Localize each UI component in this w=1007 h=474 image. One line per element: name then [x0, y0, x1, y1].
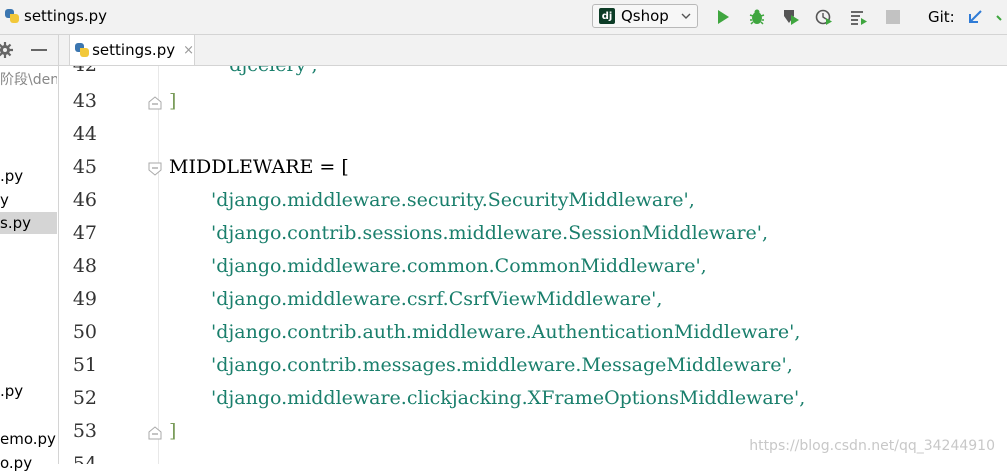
python-file-icon: [4, 8, 20, 24]
code-text: 'django.middleware.csrf.CsrfViewMiddlewa…: [211, 288, 663, 310]
line-number: 52: [72, 387, 97, 409]
minimize-icon[interactable]: [31, 49, 47, 52]
line-number: 48: [72, 255, 97, 277]
code-line: 49 'django.middleware.csrf.CsrfViewMiddl…: [59, 282, 1007, 315]
project-file-item[interactable]: o.py: [0, 452, 57, 474]
code-text: 'django.middleware.security.SecurityMidd…: [211, 189, 695, 211]
line-number: 46: [72, 189, 97, 211]
check-icon: [996, 15, 1002, 21]
breadcrumb-file[interactable]: settings.py: [24, 7, 107, 25]
project-panel-header: [0, 35, 58, 66]
code-text: 'django.contrib.sessions.middleware.Sess…: [211, 222, 769, 244]
line-number: 43: [72, 90, 97, 112]
run-button[interactable]: [714, 8, 732, 26]
play-icon: [718, 10, 729, 24]
project-file-item[interactable]: .py: [0, 380, 57, 402]
code-line: 43 ]: [59, 84, 1007, 117]
code-line: 52 'django.middleware.clickjacking.XFram…: [59, 381, 1007, 414]
code-text: 'django.contrib.messages.middleware.Mess…: [211, 354, 793, 376]
line-number: 51: [72, 354, 97, 376]
code-text: 'djcelery',: [224, 66, 318, 76]
chevron-down-icon: [681, 13, 691, 19]
close-icon[interactable]: ×: [183, 43, 194, 58]
debug-button[interactable]: [748, 8, 766, 26]
git-commit-button[interactable]: [996, 8, 1007, 26]
gear-icon[interactable]: [0, 42, 13, 58]
code-line: 44: [59, 117, 1007, 150]
code-line: 48 'django.middleware.common.CommonMiddl…: [59, 249, 1007, 282]
project-file-item[interactable]: .py: [0, 165, 57, 187]
fold-end-icon[interactable]: [148, 426, 162, 440]
code-line: 42 'djcelery',: [59, 66, 1007, 81]
editor-tab-bar: settings.py ×: [59, 35, 1007, 66]
code-text: MIDDLEWARE = [: [169, 156, 349, 178]
stop-button[interactable]: [884, 8, 902, 26]
line-number: 49: [72, 288, 97, 310]
code-text: 'django.contrib.auth.middleware.Authenti…: [211, 321, 801, 343]
tab-label: settings.py: [92, 41, 176, 59]
list-run-icon: [851, 11, 867, 25]
profiler-icon: [815, 9, 832, 25]
line-number: 42: [59, 66, 97, 76]
python-file-icon: [74, 42, 89, 58]
line-number: 47: [72, 222, 97, 244]
code-line: 51 'django.contrib.messages.middleware.M…: [59, 348, 1007, 381]
main-toolbar: settings.py dj Qshop Git:: [0, 0, 1007, 35]
line-number: 54: [72, 453, 97, 464]
bug-icon: [749, 9, 765, 25]
project-panel: 阶段\den .py y s.py .py emo.py o.py: [0, 35, 59, 472]
fold-start-icon[interactable]: [148, 162, 162, 176]
line-number: 44: [72, 123, 97, 145]
fold-end-icon[interactable]: [148, 96, 162, 110]
line-number: 53: [72, 420, 97, 442]
run-concurrency-button[interactable]: [850, 8, 868, 26]
git-label: Git:: [928, 8, 955, 26]
run-with-coverage-button[interactable]: [782, 8, 800, 26]
code-text: 'django.middleware.common.CommonMiddlewa…: [211, 255, 707, 277]
stop-icon: [886, 10, 900, 24]
arrow-down-left-icon: [969, 10, 982, 23]
line-number: 45: [72, 156, 97, 178]
line-number: 50: [72, 321, 97, 343]
code-text: ]: [169, 420, 177, 442]
code-line: 45 MIDDLEWARE = [: [59, 150, 1007, 183]
run-configuration-label: Qshop: [621, 7, 669, 25]
run-configuration-select[interactable]: dj Qshop: [592, 4, 698, 28]
code-line: 50 'django.contrib.auth.middleware.Authe…: [59, 315, 1007, 348]
code-line: 46 'django.middleware.security.SecurityM…: [59, 183, 1007, 216]
django-icon: dj: [599, 8, 615, 24]
tab-settings-py[interactable]: settings.py ×: [69, 35, 195, 65]
watermark: https://blog.csdn.net/qq_34244910: [749, 438, 995, 454]
code-editor[interactable]: 42 'djcelery', 43 ] 44 45 MIDDLEWARE = […: [59, 66, 1007, 464]
project-file-item-selected[interactable]: s.py: [0, 212, 57, 234]
coverage-icon: [784, 10, 799, 25]
code-text: ]: [169, 90, 177, 112]
project-file-item[interactable]: y: [0, 189, 57, 211]
profile-button[interactable]: [815, 8, 833, 26]
code-line: 47 'django.contrib.sessions.middleware.S…: [59, 216, 1007, 249]
code-text: 'django.middleware.clickjacking.XFrameOp…: [211, 387, 806, 409]
git-update-button[interactable]: [966, 8, 984, 26]
breadcrumb[interactable]: settings.py: [4, 7, 107, 25]
project-path: 阶段\den: [0, 72, 57, 88]
project-file-item[interactable]: emo.py: [0, 428, 57, 450]
